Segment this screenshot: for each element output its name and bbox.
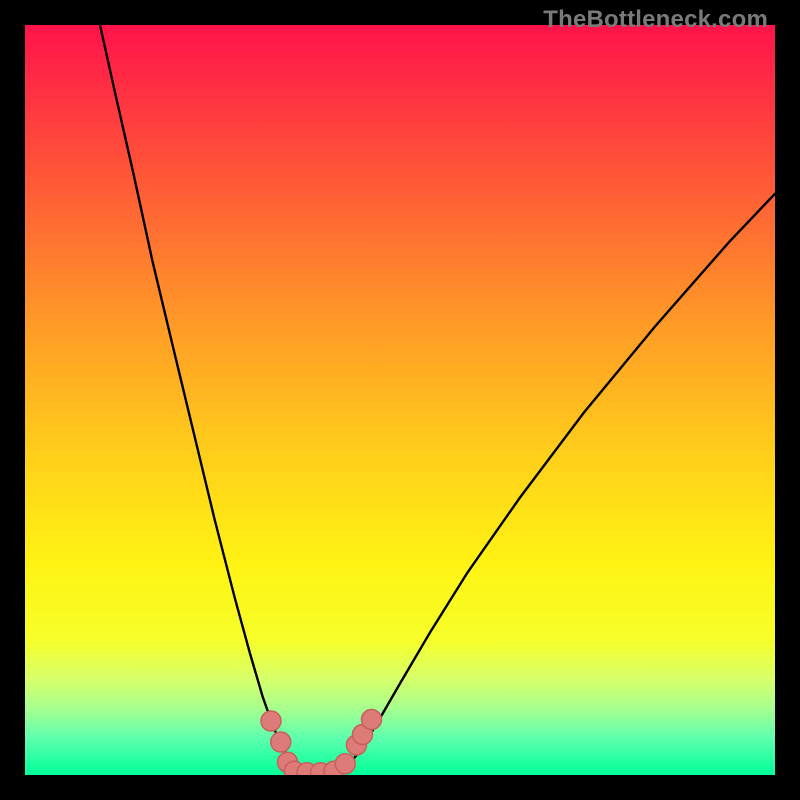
background-gradient (25, 25, 775, 775)
plot-area (25, 25, 775, 775)
chart-frame: TheBottleneck.com (0, 0, 800, 800)
watermark-text: TheBottleneck.com (543, 6, 768, 34)
